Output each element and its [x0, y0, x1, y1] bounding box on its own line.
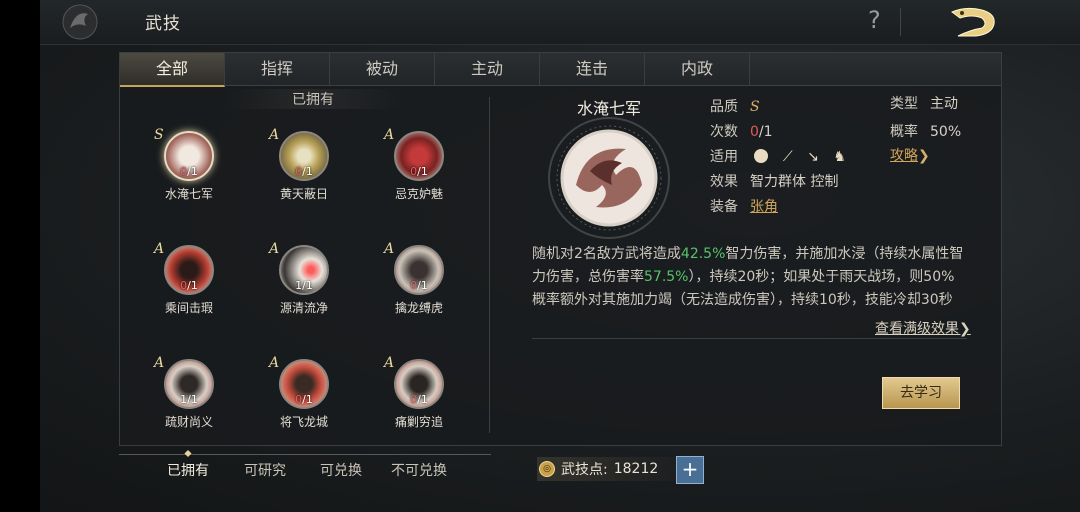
subtab-not-exchangeable[interactable]: 不可兑换: [391, 460, 447, 480]
question-icon[interactable]: ?: [868, 6, 881, 34]
skill-icon: 1/1: [164, 359, 214, 409]
grade-badge: A: [384, 127, 395, 143]
skill-item[interactable]: 0/1 A 将飞龙城: [264, 355, 344, 430]
skill-icon: 0/1: [394, 131, 444, 181]
equip-general-link[interactable]: 张角: [750, 199, 778, 215]
skill-points-display: ◎ 武技点: 18212: [537, 457, 677, 481]
quality-row: 品质 S: [710, 99, 760, 115]
times-row: 次数 0/1: [710, 124, 773, 140]
skill-icon: 0/1: [279, 359, 329, 409]
skill-icon: 1/1: [279, 245, 329, 295]
skill-item[interactable]: 0/1 A 黄天蔽日: [264, 127, 344, 202]
skill-name: 疏财尚义: [164, 415, 213, 429]
subtab-bar: [119, 454, 491, 455]
grade-badge: A: [269, 241, 280, 257]
skill-name: 水淹七军: [164, 187, 213, 201]
top-bar: [40, 0, 1080, 45]
page-title: 武技: [145, 14, 181, 34]
emblem-icon: [62, 4, 98, 40]
learn-button[interactable]: 去学习: [882, 377, 960, 409]
skill-item[interactable]: 0/1 A 痛剿穷追: [379, 355, 459, 430]
skill-item[interactable]: 0/1 A 乘间击瑕: [149, 241, 229, 316]
skill-points-value: 18212: [613, 461, 659, 477]
dragon-back-icon[interactable]: [948, 4, 1000, 40]
skill-name: 源清流净: [279, 301, 328, 315]
grade-badge: A: [269, 355, 280, 371]
skill-name: 将飞龙城: [279, 415, 328, 429]
skill-icon: 0/1: [164, 245, 214, 295]
view-max-effect-link[interactable]: 查看满级效果❯: [875, 318, 971, 338]
skill-item[interactable]: 0/1 A 擒龙缚虎: [379, 241, 459, 316]
skill-icon: 0/1: [164, 131, 214, 181]
skill-name: 乘间击瑕: [164, 301, 213, 315]
tab-passive[interactable]: 被动: [330, 53, 435, 85]
grade-badge: A: [384, 355, 395, 371]
owned-section-header: 已拥有: [223, 89, 403, 109]
detail-divider: [532, 338, 967, 339]
add-points-button[interactable]: +: [676, 456, 704, 484]
tab-active[interactable]: 主动: [435, 53, 540, 85]
subtab-owned[interactable]: 已拥有: [167, 449, 209, 480]
skill-icon: 0/1: [394, 245, 444, 295]
skill-point-coin-icon: ◎: [539, 461, 555, 477]
type-row: 类型 主动: [890, 96, 958, 112]
skill-name: 擒龙缚虎: [394, 301, 443, 315]
skill-item[interactable]: 0/1 A 忌克妒魅: [379, 127, 459, 202]
grade-badge: S: [154, 127, 164, 143]
grade-badge: A: [269, 127, 280, 143]
skill-name: 痛剿穷追: [394, 415, 443, 429]
skill-icon: 0/1: [279, 131, 329, 181]
horse-unit-icon: ♞: [833, 149, 846, 165]
tab-all[interactable]: 全部: [120, 53, 225, 87]
skill-icon: 0/1: [394, 359, 444, 409]
left-black-strip: [0, 0, 40, 512]
skill-name: 黄天蔽日: [279, 187, 328, 201]
category-tabs: 全部 指挥 被动 主动 连击 内政: [120, 53, 1001, 87]
bow-unit-icon: ⟋: [782, 149, 793, 165]
rate-row: 概率 50%: [890, 124, 962, 140]
grade-badge: A: [154, 241, 165, 257]
spear-unit-icon: ↘: [807, 149, 819, 165]
grade-badge: A: [154, 355, 165, 371]
skill-points-label: 武技点:: [561, 462, 608, 478]
tab-internal[interactable]: 内政: [645, 53, 750, 85]
effect-row: 效果 智力群体 控制: [710, 174, 839, 190]
guide-link[interactable]: 攻略❯: [890, 145, 930, 165]
panel-divider: [489, 97, 490, 433]
skill-panel: 全部 指挥 被动 主动 连击 内政 已拥有 0/1 S 水淹七军 0/1 A 黄…: [119, 52, 1002, 446]
grade-badge: A: [384, 241, 395, 257]
apply-row: 适用 ⟋ ↘ ♞: [710, 149, 846, 165]
filter-subtabs: 已拥有 可研究 可兑换 不可兑换: [119, 449, 491, 486]
subtab-researchable[interactable]: 可研究: [244, 460, 286, 480]
shield-unit-icon: [754, 149, 769, 163]
detail-skill-icon: [548, 117, 670, 239]
header-divider: [900, 8, 901, 36]
skill-name: 忌克妒魅: [394, 187, 443, 201]
skill-item[interactable]: 0/1 S 水淹七军: [149, 127, 229, 202]
subtab-exchangeable[interactable]: 可兑换: [320, 460, 362, 480]
equip-row: 装备 张角: [710, 199, 778, 215]
tab-combo[interactable]: 连击: [540, 53, 645, 85]
skill-item[interactable]: 1/1 A 源清流净: [264, 241, 344, 316]
skill-item[interactable]: 1/1 A 疏财尚义: [149, 355, 229, 430]
tab-command[interactable]: 指挥: [225, 53, 330, 85]
skill-description: 随机对2名敌方武将造成42.5%智力伤害，并施加水浸（持续水属性智力伤害，总伤害…: [532, 246, 964, 308]
